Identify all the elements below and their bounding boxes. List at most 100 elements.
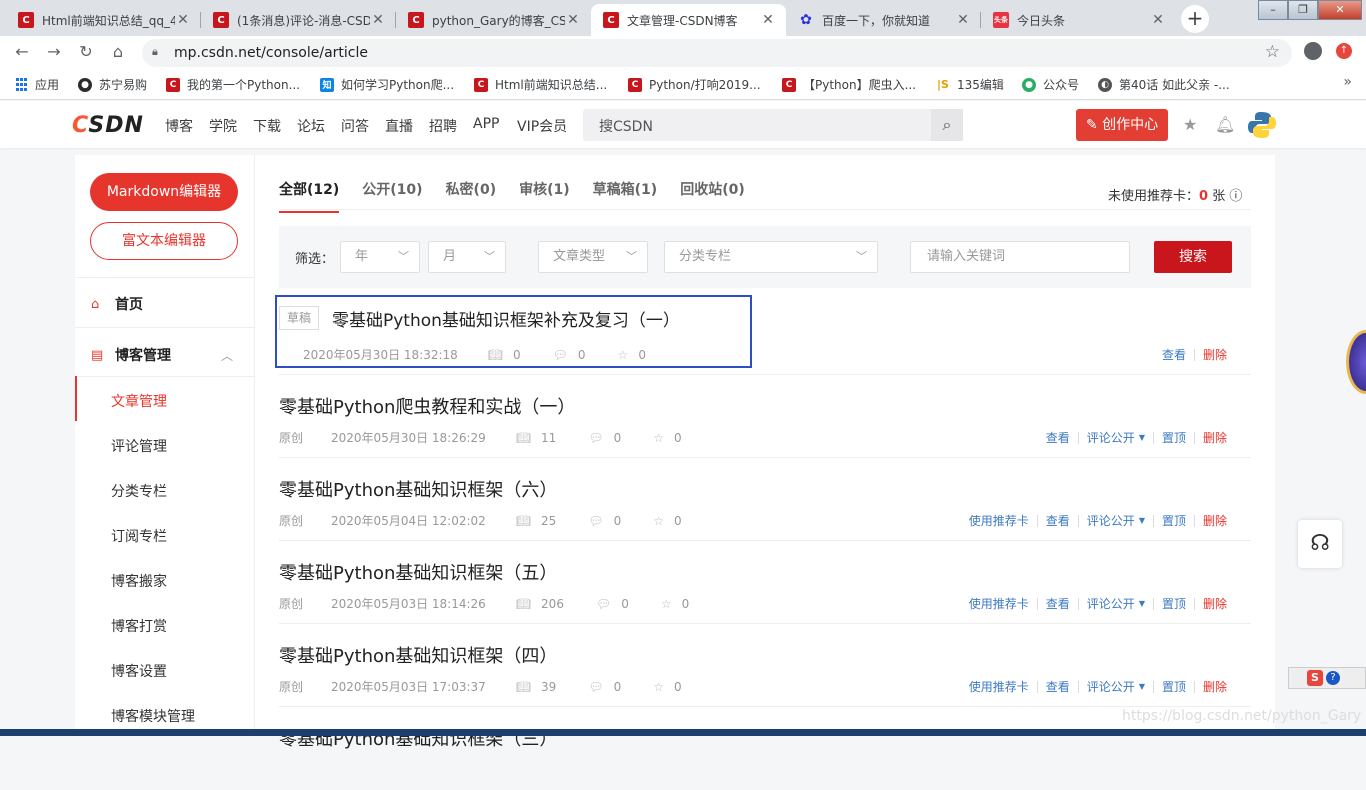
sidebar-item-home[interactable]: ⌂ 首页 [91,294,143,314]
reload-button[interactable]: ↻ [76,42,96,62]
star-icon[interactable]: ★ [1183,115,1197,134]
back-button[interactable]: ← [12,42,32,62]
bookmark-item[interactable]: 知如何学习Python爬... [320,76,454,93]
tab-trash[interactable]: 回收站(0) [680,179,745,213]
article-title[interactable]: 零基础Python爬虫教程和实战（一） [279,393,575,419]
bookmark-item[interactable]: |S 135编辑 [936,76,1004,93]
richtext-editor-button[interactable]: 富文本编辑器 [90,222,238,260]
home-button[interactable]: ⌂ [108,42,128,62]
close-tab-icon[interactable]: ✕ [565,12,581,28]
view-link[interactable]: 查看 [1046,429,1070,446]
delete-link[interactable]: 删除 [1203,595,1227,612]
close-tab-icon[interactable]: ✕ [370,12,386,28]
profile-avatar-icon[interactable] [1304,42,1322,60]
sidebar-item-migrate[interactable]: 博客搬家 [111,571,167,591]
nav-live[interactable]: 直播 [385,116,413,136]
bookmark-item[interactable]: C Python/打响2019... [628,76,761,93]
delete-link[interactable]: 删除 [1203,346,1227,363]
delete-link[interactable]: 删除 [1203,678,1227,695]
sidebar-item-modules[interactable]: 博客模块管理 [111,706,195,726]
nav-download[interactable]: 下载 [253,116,281,136]
extension-icon[interactable]: ↑ [1336,43,1352,59]
bookmark-item[interactable]: ● 苏宁易购 [78,76,147,93]
close-tab-icon[interactable]: ✕ [175,12,191,28]
sidebar-item-settings[interactable]: 博客设置 [111,661,167,681]
tab-review[interactable]: 审核(1) [519,179,570,213]
forward-button[interactable]: → [44,42,64,62]
close-window-button[interactable]: ✕ [1318,0,1362,20]
comment-public-dropdown[interactable]: 评论公开 [1087,429,1135,446]
sidebar-item-blog-manage[interactable]: ▤ 博客管理 ︿ [91,345,233,365]
nav-qa[interactable]: 问答 [341,116,369,136]
maximize-button[interactable]: ❐ [1288,0,1318,20]
bookmark-item[interactable]: ◐ 第40话 如此父亲 -... [1098,76,1230,93]
article-title[interactable]: 零基础Python基础知识框架（六） [279,476,557,502]
sidebar-item-subscriptions[interactable]: 订阅专栏 [111,526,167,546]
browser-tab[interactable]: 头条 今日头条 ✕ [981,4,1176,36]
more-bookmarks-icon[interactable]: » [1343,74,1352,90]
url-field[interactable]: 🔒︎ mp.csdn.net/console/article ☆ [142,39,1292,67]
nav-forum[interactable]: 论坛 [297,116,325,136]
pin-link[interactable]: 置顶 [1162,595,1186,612]
sidebar-item-comments[interactable]: 评论管理 [111,436,167,456]
nav-vip[interactable]: VIP会员 [517,116,567,136]
view-link[interactable]: 查看 [1046,512,1070,529]
article-title[interactable]: 零基础Python基础知识框架（四） [279,642,557,668]
pin-link[interactable]: 置顶 [1162,678,1186,695]
tab-all[interactable]: 全部(12) [279,179,340,213]
delete-link[interactable]: 删除 [1203,512,1227,529]
view-link[interactable]: 查看 [1046,595,1070,612]
article-type-select[interactable]: 文章类型 ﹀ [538,241,648,273]
help-icon[interactable]: ? [1326,671,1340,685]
bookmark-item[interactable]: ● 公众号 [1022,76,1079,93]
floating-widget[interactable] [1346,330,1366,394]
nav-blog[interactable]: 博客 [165,116,193,136]
sidebar-item-articles[interactable]: 文章管理 [111,391,167,411]
close-tab-icon[interactable]: ✕ [1150,12,1166,28]
use-recommend-card-link[interactable]: 使用推荐卡 [969,678,1029,695]
browser-tab[interactable]: C python_Gary的博客_CS ✕ [396,4,591,36]
markdown-editor-button[interactable]: Markdown编辑器 [90,173,238,211]
year-select[interactable]: 年 ﹀ [340,241,420,273]
article-title[interactable]: 零基础Python基础知识框架（五） [279,559,557,585]
search-button[interactable]: 搜索 [1154,241,1232,273]
python-avatar-icon[interactable] [1247,111,1277,139]
csdn-logo[interactable]: CSDN [72,113,144,138]
browser-tab[interactable]: C (1条消息)评论-消息-CSD ✕ [201,4,396,36]
search-icon[interactable]: ⌕ [931,109,963,141]
tab-drafts[interactable]: 草稿箱(1) [593,179,658,213]
delete-link[interactable]: 删除 [1203,429,1227,446]
bookmark-apps[interactable]: 应用 [14,76,59,93]
new-tab-button[interactable]: + [1181,5,1209,33]
pin-link[interactable]: 置顶 [1162,512,1186,529]
customer-service-button[interactable]: ☊ [1298,520,1342,568]
help-icon[interactable]: ⓘ [1229,189,1242,204]
month-select[interactable]: 月 ﹀ [428,241,506,273]
bell-icon[interactable]: 🔔︎ [1215,115,1235,134]
nav-jobs[interactable]: 招聘 [429,116,457,136]
comment-public-dropdown[interactable]: 评论公开 [1087,595,1135,612]
tab-private[interactable]: 私密(0) [446,179,497,213]
view-link[interactable]: 查看 [1046,678,1070,695]
comment-public-dropdown[interactable]: 评论公开 [1087,678,1135,695]
close-tab-icon[interactable]: ✕ [955,12,971,28]
comment-public-dropdown[interactable]: 评论公开 [1087,512,1135,529]
nav-academy[interactable]: 学院 [209,116,237,136]
site-search-input[interactable]: 搜CSDN ⌕ [583,109,963,141]
close-tab-icon[interactable]: ✕ [760,12,776,28]
sidebar-item-rewards[interactable]: 博客打赏 [111,616,167,636]
pin-link[interactable]: 置顶 [1162,429,1186,446]
bookmark-item[interactable]: C 【Python】爬虫入... [782,76,916,93]
use-recommend-card-link[interactable]: 使用推荐卡 [969,595,1029,612]
browser-tab[interactable]: C Html前端知识总结_qq_4 ✕ [6,4,201,36]
sogou-icon[interactable]: S [1307,670,1323,686]
keyword-input[interactable]: 请输入关键词 [910,241,1130,273]
bookmark-item[interactable]: C 我的第一个Python... [166,76,300,93]
nav-app[interactable]: APP [473,116,499,132]
create-center-button[interactable]: ✎ 创作中心 [1076,109,1168,141]
browser-tab-active[interactable]: C 文章管理-CSDN博客 ✕ [591,4,786,36]
minimize-button[interactable]: – [1258,0,1288,20]
bookmark-item[interactable]: C Html前端知识总结... [474,76,607,93]
category-select[interactable]: 分类专栏 ﹀ [664,241,878,273]
bookmark-star-icon[interactable]: ☆ [1265,42,1280,62]
